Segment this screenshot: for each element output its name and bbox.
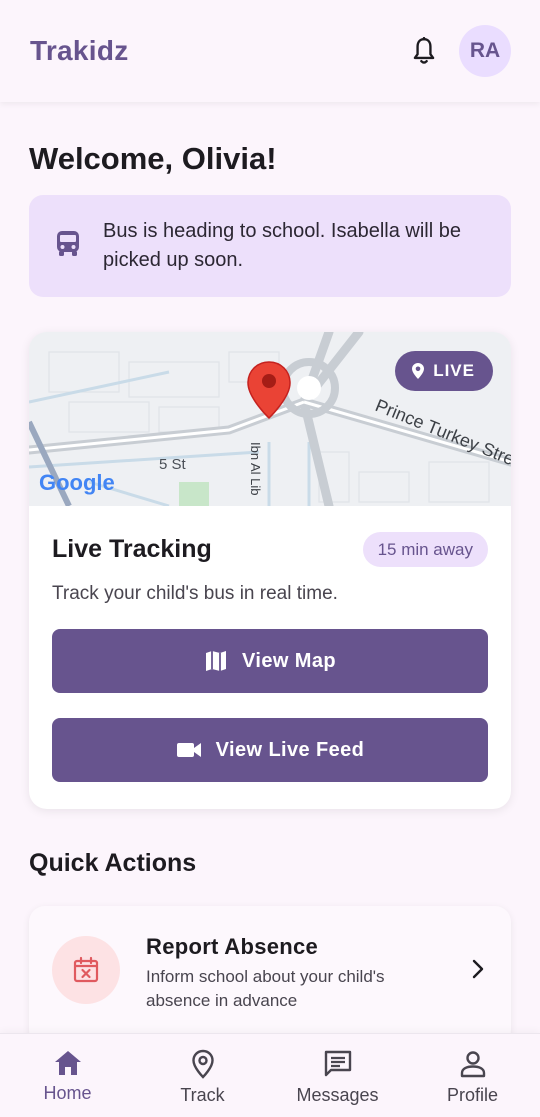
home-icon <box>54 1051 81 1075</box>
live-tracking-card: 5 St Prince Turkey Stre Ibn Al Lib Googl… <box>29 332 511 809</box>
action-title: Report Absence <box>146 934 319 959</box>
avatar[interactable]: RA <box>459 25 511 77</box>
card-title: Live Tracking <box>52 535 212 563</box>
view-map-button[interactable]: View Map <box>52 629 488 693</box>
live-badge: LIVE <box>395 351 493 391</box>
live-label: LIVE <box>433 361 475 380</box>
eta-badge: 15 min away <box>362 532 488 567</box>
welcome-heading: Welcome, Olivia! <box>29 141 277 176</box>
map-preview[interactable]: 5 St Prince Turkey Stre Ibn Al Lib Googl… <box>29 332 511 506</box>
bottom-navigation: Home Track Messages Profile <box>0 1033 540 1117</box>
nav-home[interactable]: Home <box>0 1034 135 1117</box>
map-label-ibn-al-lib: Ibn Al Lib <box>248 442 263 496</box>
card-description: Track your child's bus in real time. <box>52 583 338 604</box>
video-camera-icon <box>176 743 201 757</box>
nav-track-label: Track <box>180 1085 225 1105</box>
action-description: Inform school about your child's absence… <box>146 967 385 1010</box>
map-icon <box>206 651 226 671</box>
view-live-feed-button[interactable]: View Live Feed <box>52 718 488 782</box>
person-icon <box>460 1051 485 1078</box>
nav-messages[interactable]: Messages <box>270 1034 405 1117</box>
view-live-feed-label: View Live Feed <box>215 738 365 761</box>
location-icon <box>412 363 425 379</box>
location-pin-icon <box>191 1049 214 1079</box>
nav-profile[interactable]: Profile <box>405 1034 540 1117</box>
nav-messages-label: Messages <box>296 1085 379 1105</box>
chevron-right-icon <box>471 958 485 985</box>
message-icon <box>324 1050 351 1077</box>
calendar-x-icon <box>52 936 120 1004</box>
notification-bell-icon[interactable] <box>409 36 439 66</box>
map-google-watermark: Google <box>39 470 115 495</box>
bus-icon <box>55 230 81 263</box>
nav-profile-label: Profile <box>446 1085 499 1105</box>
quick-actions-heading: Quick Actions <box>29 849 197 877</box>
status-banner: Bus is heading to school. Isabella will … <box>29 195 511 297</box>
app-title: Trakidz <box>30 35 129 66</box>
header-actions: RA <box>409 25 511 77</box>
nav-home-label: Home <box>43 1083 92 1103</box>
app-header: Trakidz RA <box>0 0 540 102</box>
map-label-5st: 5 St <box>159 456 187 473</box>
view-map-label: View Map <box>242 649 336 672</box>
nav-track[interactable]: Track <box>135 1034 270 1117</box>
report-absence-card[interactable]: Report Absence Inform school about your … <box>29 906 511 1046</box>
status-message: Bus is heading to school. Isabella will … <box>103 220 461 271</box>
